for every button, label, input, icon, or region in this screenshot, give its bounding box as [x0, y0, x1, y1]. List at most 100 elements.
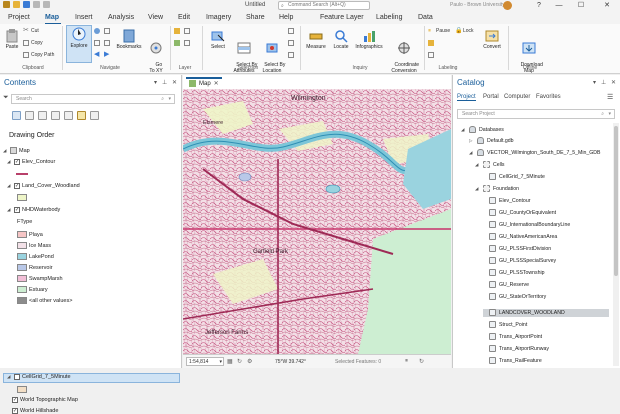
catalog-item-cellgrid[interactable]: CellGrid_7_5Minute — [489, 173, 545, 180]
tab-insert[interactable]: Insert — [75, 14, 93, 21]
menu-icon[interactable]: ☰ — [607, 93, 613, 101]
layer-elev-contour[interactable]: ◢ ✓ Elev_Contour — [7, 159, 55, 165]
layer-land-cover-woodland[interactable]: ◢ ✓ Land_Cover_Woodland — [7, 183, 80, 189]
signed-in-user[interactable]: Paulo - Brown University — [450, 2, 505, 8]
save-icon[interactable] — [23, 1, 30, 8]
tab-imagery[interactable]: Imagery — [206, 14, 231, 21]
tab-data[interactable]: Data — [418, 14, 433, 21]
catalog-item-gu-reserve[interactable]: GU_Reserve — [489, 281, 529, 288]
more-labeling-button[interactable] — [428, 52, 434, 58]
chevron-down-icon[interactable]: ▾ — [168, 95, 171, 103]
pin-icon[interactable]: ⊥ — [601, 79, 606, 86]
catalog-item-gu-county[interactable]: GU_CountyOrEquivalent — [489, 209, 556, 216]
chevron-down-icon[interactable]: ▾ — [608, 110, 611, 118]
coordinate-conversion-button[interactable]: Coordinate Conversion — [386, 29, 422, 80]
list-by-drawing-order-icon[interactable] — [12, 111, 21, 120]
catalog-search-input[interactable]: Search Project ⌕ ▾ — [457, 109, 615, 119]
basemap-button[interactable] — [174, 40, 180, 46]
close-icon[interactable]: ✕ — [611, 79, 616, 86]
measure-button[interactable]: Measure — [303, 29, 329, 50]
paste-button[interactable]: Paste — [3, 29, 21, 50]
catalog-item-gu-international[interactable]: GU_InternationalBoundaryLine — [489, 221, 570, 228]
select-by-attributes-button[interactable]: Select By Attributes — [230, 29, 258, 80]
attributes-button[interactable] — [288, 28, 294, 34]
layer-nhdwaterbody[interactable]: ◢ ✓ NHDWaterbody — [7, 207, 60, 213]
visibility-checkbox[interactable]: ✓ — [12, 408, 18, 414]
layer-world-hillshade[interactable]: ✓ World Hillshade — [12, 408, 58, 414]
pin-icon[interactable]: ⊥ — [162, 79, 167, 86]
visibility-checkbox[interactable] — [14, 374, 20, 380]
catalog-tab-computer[interactable]: Computer — [504, 94, 530, 100]
previous-extent-button[interactable]: ◀ — [94, 51, 100, 58]
expand-icon[interactable]: ▷ — [469, 138, 474, 144]
tab-labeling[interactable]: Labeling — [376, 14, 402, 21]
catalog-item-elev-contour[interactable]: Elev_Contour — [489, 197, 530, 204]
minimize-button[interactable]: — — [550, 0, 568, 12]
zoom-to-selection-button[interactable] — [288, 52, 294, 58]
command-search-input[interactable]: ⌕ Command Search (Alt+Q) — [278, 1, 370, 10]
list-by-editing-icon[interactable] — [51, 111, 60, 120]
selected-features-count[interactable]: Selected Features: 0 — [335, 359, 381, 365]
tab-edit[interactable]: Edit — [178, 14, 190, 21]
fixed-zoom-out-button[interactable] — [104, 40, 110, 46]
clear-selection-button[interactable] — [288, 40, 294, 46]
contents-search-input[interactable]: Search ⌕ ▾ — [11, 94, 175, 104]
close-icon[interactable]: ✕ — [172, 79, 177, 86]
tab-help[interactable]: Help — [279, 14, 293, 21]
view-unplaced-button[interactable] — [428, 40, 434, 46]
pane-options-icon[interactable]: ▾ — [593, 79, 596, 86]
map-drawing[interactable]: Wilmington Garfield Park Jefferson Farms… — [183, 89, 451, 354]
full-extent-button[interactable] — [94, 28, 100, 34]
tab-project[interactable]: Project — [8, 14, 30, 21]
catalog-item-trans-rail[interactable]: Trans_RailFeature — [489, 357, 542, 364]
catalog-item-gu-state[interactable]: GU_StateOrTerritory — [489, 293, 546, 300]
list-by-charts-icon[interactable] — [90, 111, 99, 120]
scrollbar-thumb[interactable] — [614, 126, 618, 276]
expand-icon[interactable]: ◢ — [469, 150, 474, 156]
avatar[interactable] — [503, 1, 512, 10]
expand-icon[interactable]: ◢ — [7, 183, 12, 189]
redo-icon[interactable] — [43, 1, 50, 8]
open-project-icon[interactable] — [13, 1, 20, 8]
bookmarks-button[interactable]: Bookmarks — [114, 29, 144, 50]
select-by-location-button[interactable]: Select By Location — [258, 29, 286, 80]
pause-drawing-icon[interactable]: ⏸ — [405, 358, 408, 365]
visibility-checkbox[interactable]: ✓ — [14, 207, 20, 213]
refresh-icon[interactable]: ↻ — [419, 358, 424, 365]
catalog-item-vector-gdb[interactable]: ◢ VECTOR_Wilmington_South_DE_7_5_Min_GDB — [469, 149, 601, 156]
copy-path-button[interactable]: Copy Path — [23, 52, 54, 58]
catalog-tab-project[interactable]: Project — [457, 94, 476, 101]
visibility-checkbox[interactable]: ✓ — [12, 397, 18, 403]
tab-analysis[interactable]: Analysis — [108, 14, 134, 21]
select-button[interactable]: Select — [206, 29, 230, 50]
list-by-labeling-icon[interactable] — [77, 111, 86, 120]
expand-icon[interactable]: ◢ — [7, 374, 12, 380]
grid-icon[interactable]: ▦ — [227, 358, 233, 365]
tab-feature-layer[interactable]: Feature Layer — [320, 14, 364, 21]
layer-map[interactable]: ◢ Map — [3, 147, 30, 154]
map-canvas[interactable]: Wilmington Garfield Park Jefferson Farms… — [183, 89, 451, 354]
catalog-item-cells[interactable]: ◢ Cells — [475, 161, 505, 168]
options-icon[interactable]: ⚙ — [247, 358, 252, 365]
infographics-button[interactable]: Infographics — [352, 29, 386, 50]
expand-icon[interactable]: ◢ — [7, 159, 12, 165]
undo-icon[interactable] — [33, 1, 40, 8]
catalog-item-gu-plss-special[interactable]: GU_PLSSSpecialSurvey — [489, 257, 556, 264]
tab-map-view[interactable]: Map ✕ — [186, 77, 222, 88]
help-button[interactable]: ? — [530, 0, 548, 12]
catalog-item-default-gdb[interactable]: ▷ Default.gdb — [469, 137, 514, 144]
convert-button[interactable]: Convert — [480, 29, 504, 50]
tab-share[interactable]: Share — [246, 14, 265, 21]
expand-icon[interactable]: ◢ — [475, 162, 480, 168]
expand-icon[interactable]: ◢ — [461, 127, 466, 133]
catalog-item-gu-plss-first[interactable]: GU_PLSSFirstDivision — [489, 245, 551, 252]
close-icon[interactable]: ✕ — [214, 80, 219, 87]
cut-button[interactable]: ✂ Cut — [23, 27, 39, 34]
pane-options-icon[interactable]: ▾ — [154, 79, 157, 86]
catalog-item-databases[interactable]: ◢ Databases — [461, 126, 504, 133]
tab-view[interactable]: View — [148, 14, 163, 21]
close-window-button[interactable]: ✕ — [598, 0, 616, 12]
add-layer-dropdown[interactable] — [184, 28, 190, 34]
catalog-item-foundation[interactable]: ◢ Foundation — [475, 185, 519, 192]
expand-icon[interactable]: ◢ — [475, 186, 480, 192]
